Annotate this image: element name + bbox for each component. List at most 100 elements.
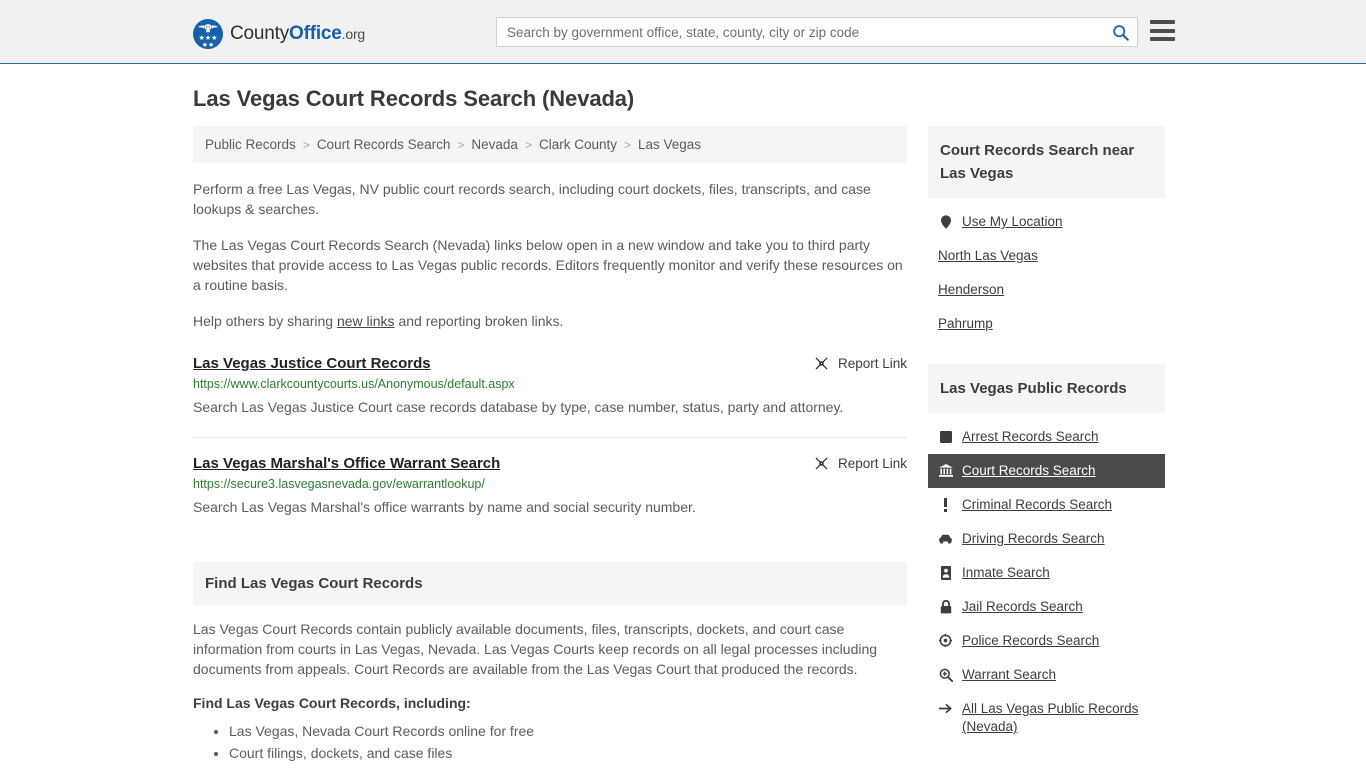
sidebar-item-pahrump[interactable]: Pahrump: [928, 307, 1165, 341]
magnifier-plus-icon: [938, 666, 953, 683]
eagle-glyph-icon: [197, 24, 219, 33]
find-records-bullet-list: Las Vegas, Nevada Court Records online f…: [193, 721, 907, 768]
public-records-card: Las Vegas Public Records Arrest Records …: [928, 364, 1165, 744]
broken-link-icon: [815, 457, 828, 470]
result-item: Las Vegas Marshal's Office Warrant Searc…: [193, 455, 907, 537]
sidebar-item-label: Arrest Records Search: [962, 429, 1099, 444]
brand-bold: Office: [289, 23, 342, 44]
sidebar-item-label: Inmate Search: [962, 565, 1050, 580]
sidebar-item-all-public-records[interactable]: All Las Vegas Public Records (Nevada): [928, 692, 1165, 744]
report-link-label: Report Link: [837, 356, 907, 371]
sidebar-item-jail-records-search[interactable]: Jail Records Search: [928, 590, 1165, 624]
sidebar-item-label: Court Records Search: [962, 463, 1096, 478]
site-logo-link[interactable]: ★★★ ★★ CountyOffice.org: [193, 19, 365, 49]
sidebar-item-label: Criminal Records Search: [962, 497, 1113, 512]
courthouse-icon: [938, 462, 953, 479]
list-item: Court filings, dockets, and case files: [229, 743, 907, 763]
nearby-search-title: Court Records Search near Las Vegas: [928, 126, 1165, 198]
share-text-before: Help others by sharing: [193, 313, 337, 329]
sidebar-item-use-my-location[interactable]: Use My Location: [928, 205, 1165, 239]
intro-paragraph-1: Perform a free Las Vegas, NV public cour…: [193, 181, 871, 217]
search-button[interactable]: [1103, 18, 1137, 46]
brand-wordmark: CountyOffice.org: [230, 23, 365, 45]
sidebar-item-label: Police Records Search: [962, 633, 1100, 648]
result-description: Search Las Vegas Marshal's office warran…: [193, 499, 696, 515]
main-content: Public Records > Court Records Search > …: [193, 126, 907, 768]
nearby-search-card: Court Records Search near Las Vegas Use …: [928, 126, 1165, 341]
find-records-paragraph: Las Vegas Court Records contain publicly…: [193, 621, 878, 677]
find-records-subheading: Find Las Vegas Court Records, including:: [193, 695, 471, 711]
brand-suffix: .org: [341, 26, 366, 42]
breadcrumb-item-public-records[interactable]: Public Records: [205, 137, 296, 152]
breadcrumb-separator: >: [623, 137, 631, 152]
result-header: Las Vegas Justice Court Records Report L…: [193, 355, 907, 372]
lock-icon: [938, 598, 953, 615]
sidebar-item-label: All Las Vegas Public Records (Nevada): [962, 701, 1139, 734]
intro-text: Perform a free Las Vegas, NV public cour…: [193, 179, 907, 331]
intro-paragraph-2: The Las Vegas Court Records Search (Neva…: [193, 237, 903, 293]
hamburger-bar-1: [1150, 20, 1175, 24]
sidebar-item-court-records-search[interactable]: Court Records Search: [928, 454, 1165, 488]
breadcrumb-separator: >: [302, 137, 310, 152]
sidebar-item-arrest-records-search[interactable]: Arrest Records Search: [928, 420, 1165, 454]
list-item: Las Vegas, Nevada Court Records online f…: [229, 721, 907, 741]
fingerprint-square-icon: [938, 428, 953, 445]
result-item: Las Vegas Justice Court Records Report L…: [193, 355, 907, 438]
hamburger-bar-2: [1150, 28, 1175, 33]
police-badge-icon: [938, 632, 953, 649]
breadcrumb-separator: >: [457, 137, 465, 152]
sidebar-item-label: Jail Records Search: [962, 599, 1083, 614]
find-records-panel: Find Las Vegas Court Records Las Vegas C…: [193, 562, 907, 768]
report-link-button[interactable]: Report Link: [814, 356, 907, 371]
sidebar-item-label: Pahrump: [938, 316, 993, 331]
search-bar[interactable]: [496, 17, 1138, 47]
public-records-list: Arrest Records Search Court Records Sear…: [928, 413, 1165, 744]
sidebar-item-henderson[interactable]: Henderson: [928, 273, 1165, 307]
sidebar-item-warrant-search[interactable]: Warrant Search: [928, 658, 1165, 692]
sidebar-item-label: North Las Vegas: [938, 248, 1038, 263]
result-list: Las Vegas Justice Court Records Report L…: [193, 355, 907, 537]
breadcrumb-separator: >: [524, 137, 532, 152]
sidebar-item-label: Warrant Search: [962, 667, 1057, 682]
result-title-link[interactable]: Las Vegas Justice Court Records: [193, 355, 431, 372]
public-records-title: Las Vegas Public Records: [928, 364, 1165, 413]
broken-link-icon: [815, 357, 828, 370]
search-input[interactable]: [497, 18, 1103, 46]
hamburger-bar-3: [1150, 37, 1175, 41]
result-description: Search Las Vegas Justice Court case reco…: [193, 399, 844, 415]
result-url: https://www.clarkcountycourts.us/Anonymo…: [193, 377, 515, 391]
result-url: https://secure3.lasvegasnevada.gov/ewarr…: [193, 477, 485, 491]
intro-paragraph-3: Help others by sharing new links and rep…: [193, 311, 907, 331]
result-header: Las Vegas Marshal's Office Warrant Searc…: [193, 455, 907, 472]
find-records-heading: Find Las Vegas Court Records: [193, 562, 907, 605]
car-icon: [938, 530, 953, 547]
report-link-button[interactable]: Report Link: [814, 456, 907, 471]
countyoffice-logo-icon: ★★★ ★★: [193, 19, 223, 49]
find-records-body: Las Vegas Court Records contain publicly…: [193, 605, 907, 768]
sidebar-item-criminal-records-search[interactable]: Criminal Records Search: [928, 488, 1165, 522]
exclamation-icon: [938, 496, 953, 513]
new-links-link[interactable]: new links: [337, 313, 395, 329]
sidebar-item-label: Use My Location: [962, 214, 1063, 229]
stars-glyph-icon: ★★★ ★★: [198, 35, 218, 49]
hamburger-menu-button[interactable]: [1150, 20, 1175, 41]
breadcrumb: Public Records > Court Records Search > …: [193, 126, 907, 163]
breadcrumb-item-court-records-search[interactable]: Court Records Search: [317, 137, 451, 152]
result-title-link[interactable]: Las Vegas Marshal's Office Warrant Searc…: [193, 455, 500, 472]
sidebar: Court Records Search near Las Vegas Use …: [928, 126, 1165, 767]
site-header: ★★★ ★★ CountyOffice.org: [0, 0, 1366, 64]
search-icon: [1112, 24, 1129, 41]
sidebar-item-police-records-search[interactable]: Police Records Search: [928, 624, 1165, 658]
map-pin-icon: [938, 213, 953, 230]
sidebar-item-inmate-search[interactable]: Inmate Search: [928, 556, 1165, 590]
breadcrumb-item-clark-county[interactable]: Clark County: [539, 137, 617, 152]
brand-prefix: County: [230, 23, 290, 44]
sidebar-item-north-las-vegas[interactable]: North Las Vegas: [928, 239, 1165, 273]
breadcrumb-item-las-vegas[interactable]: Las Vegas: [638, 137, 701, 152]
id-badge-icon: [938, 564, 953, 581]
arrow-right-icon: [938, 700, 953, 717]
sidebar-item-label: Henderson: [938, 282, 1005, 297]
sidebar-item-driving-records-search[interactable]: Driving Records Search: [928, 522, 1165, 556]
breadcrumb-item-nevada[interactable]: Nevada: [471, 137, 518, 152]
report-link-label: Report Link: [837, 456, 907, 471]
